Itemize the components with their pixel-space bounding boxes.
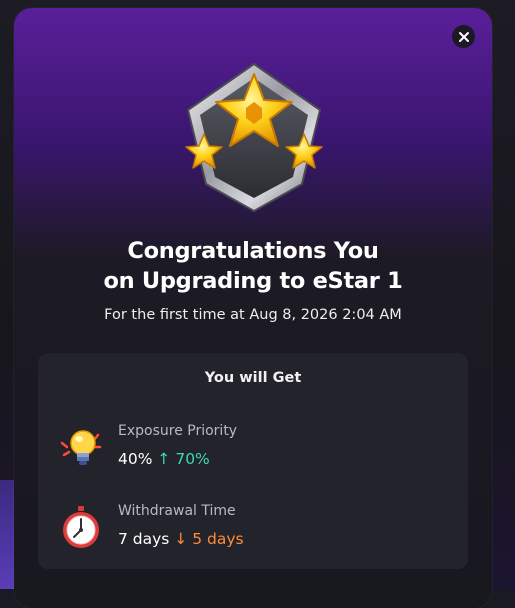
new-value: 70% — [175, 450, 209, 468]
backdrop-glow — [0, 480, 14, 589]
benefit-withdrawal-time: Withdrawal Time 7 days ↓ 5 days — [56, 503, 456, 563]
lightbulb-icon — [56, 423, 106, 473]
benefit-label: Withdrawal Time — [118, 503, 236, 519]
title-line-1: Congratulations You — [14, 236, 492, 266]
rewards-heading: You will Get — [38, 370, 468, 386]
upgrade-timestamp: For the first time at Aug 8, 2026 2:04 A… — [14, 307, 492, 323]
benefit-value-row: 7 days ↓ 5 days — [118, 530, 244, 548]
close-icon — [458, 31, 470, 43]
benefit-value-row: 40% ↑ 70% — [118, 450, 210, 468]
upgrade-title: Congratulations You on Upgrading to eSta… — [14, 236, 492, 296]
arrow-down-icon: ↓ — [174, 530, 187, 548]
stopwatch-icon — [56, 503, 106, 553]
benefit-exposure-priority: Exposure Priority 40% ↑ 70% — [56, 423, 456, 483]
upgrade-modal: Congratulations You on Upgrading to eSta… — [14, 8, 492, 608]
old-value: 40% — [118, 450, 152, 468]
old-value: 7 days — [118, 530, 169, 548]
rewards-card: You will Get Exposure Priority 40% ↑ 70% — [38, 353, 468, 569]
estar-badge-icon — [174, 56, 334, 216]
benefit-label: Exposure Priority — [118, 423, 237, 439]
close-button[interactable] — [452, 25, 475, 48]
title-line-2: on Upgrading to eStar 1 — [14, 266, 492, 296]
arrow-up-icon: ↑ — [157, 450, 170, 468]
new-value: 5 days — [192, 530, 243, 548]
